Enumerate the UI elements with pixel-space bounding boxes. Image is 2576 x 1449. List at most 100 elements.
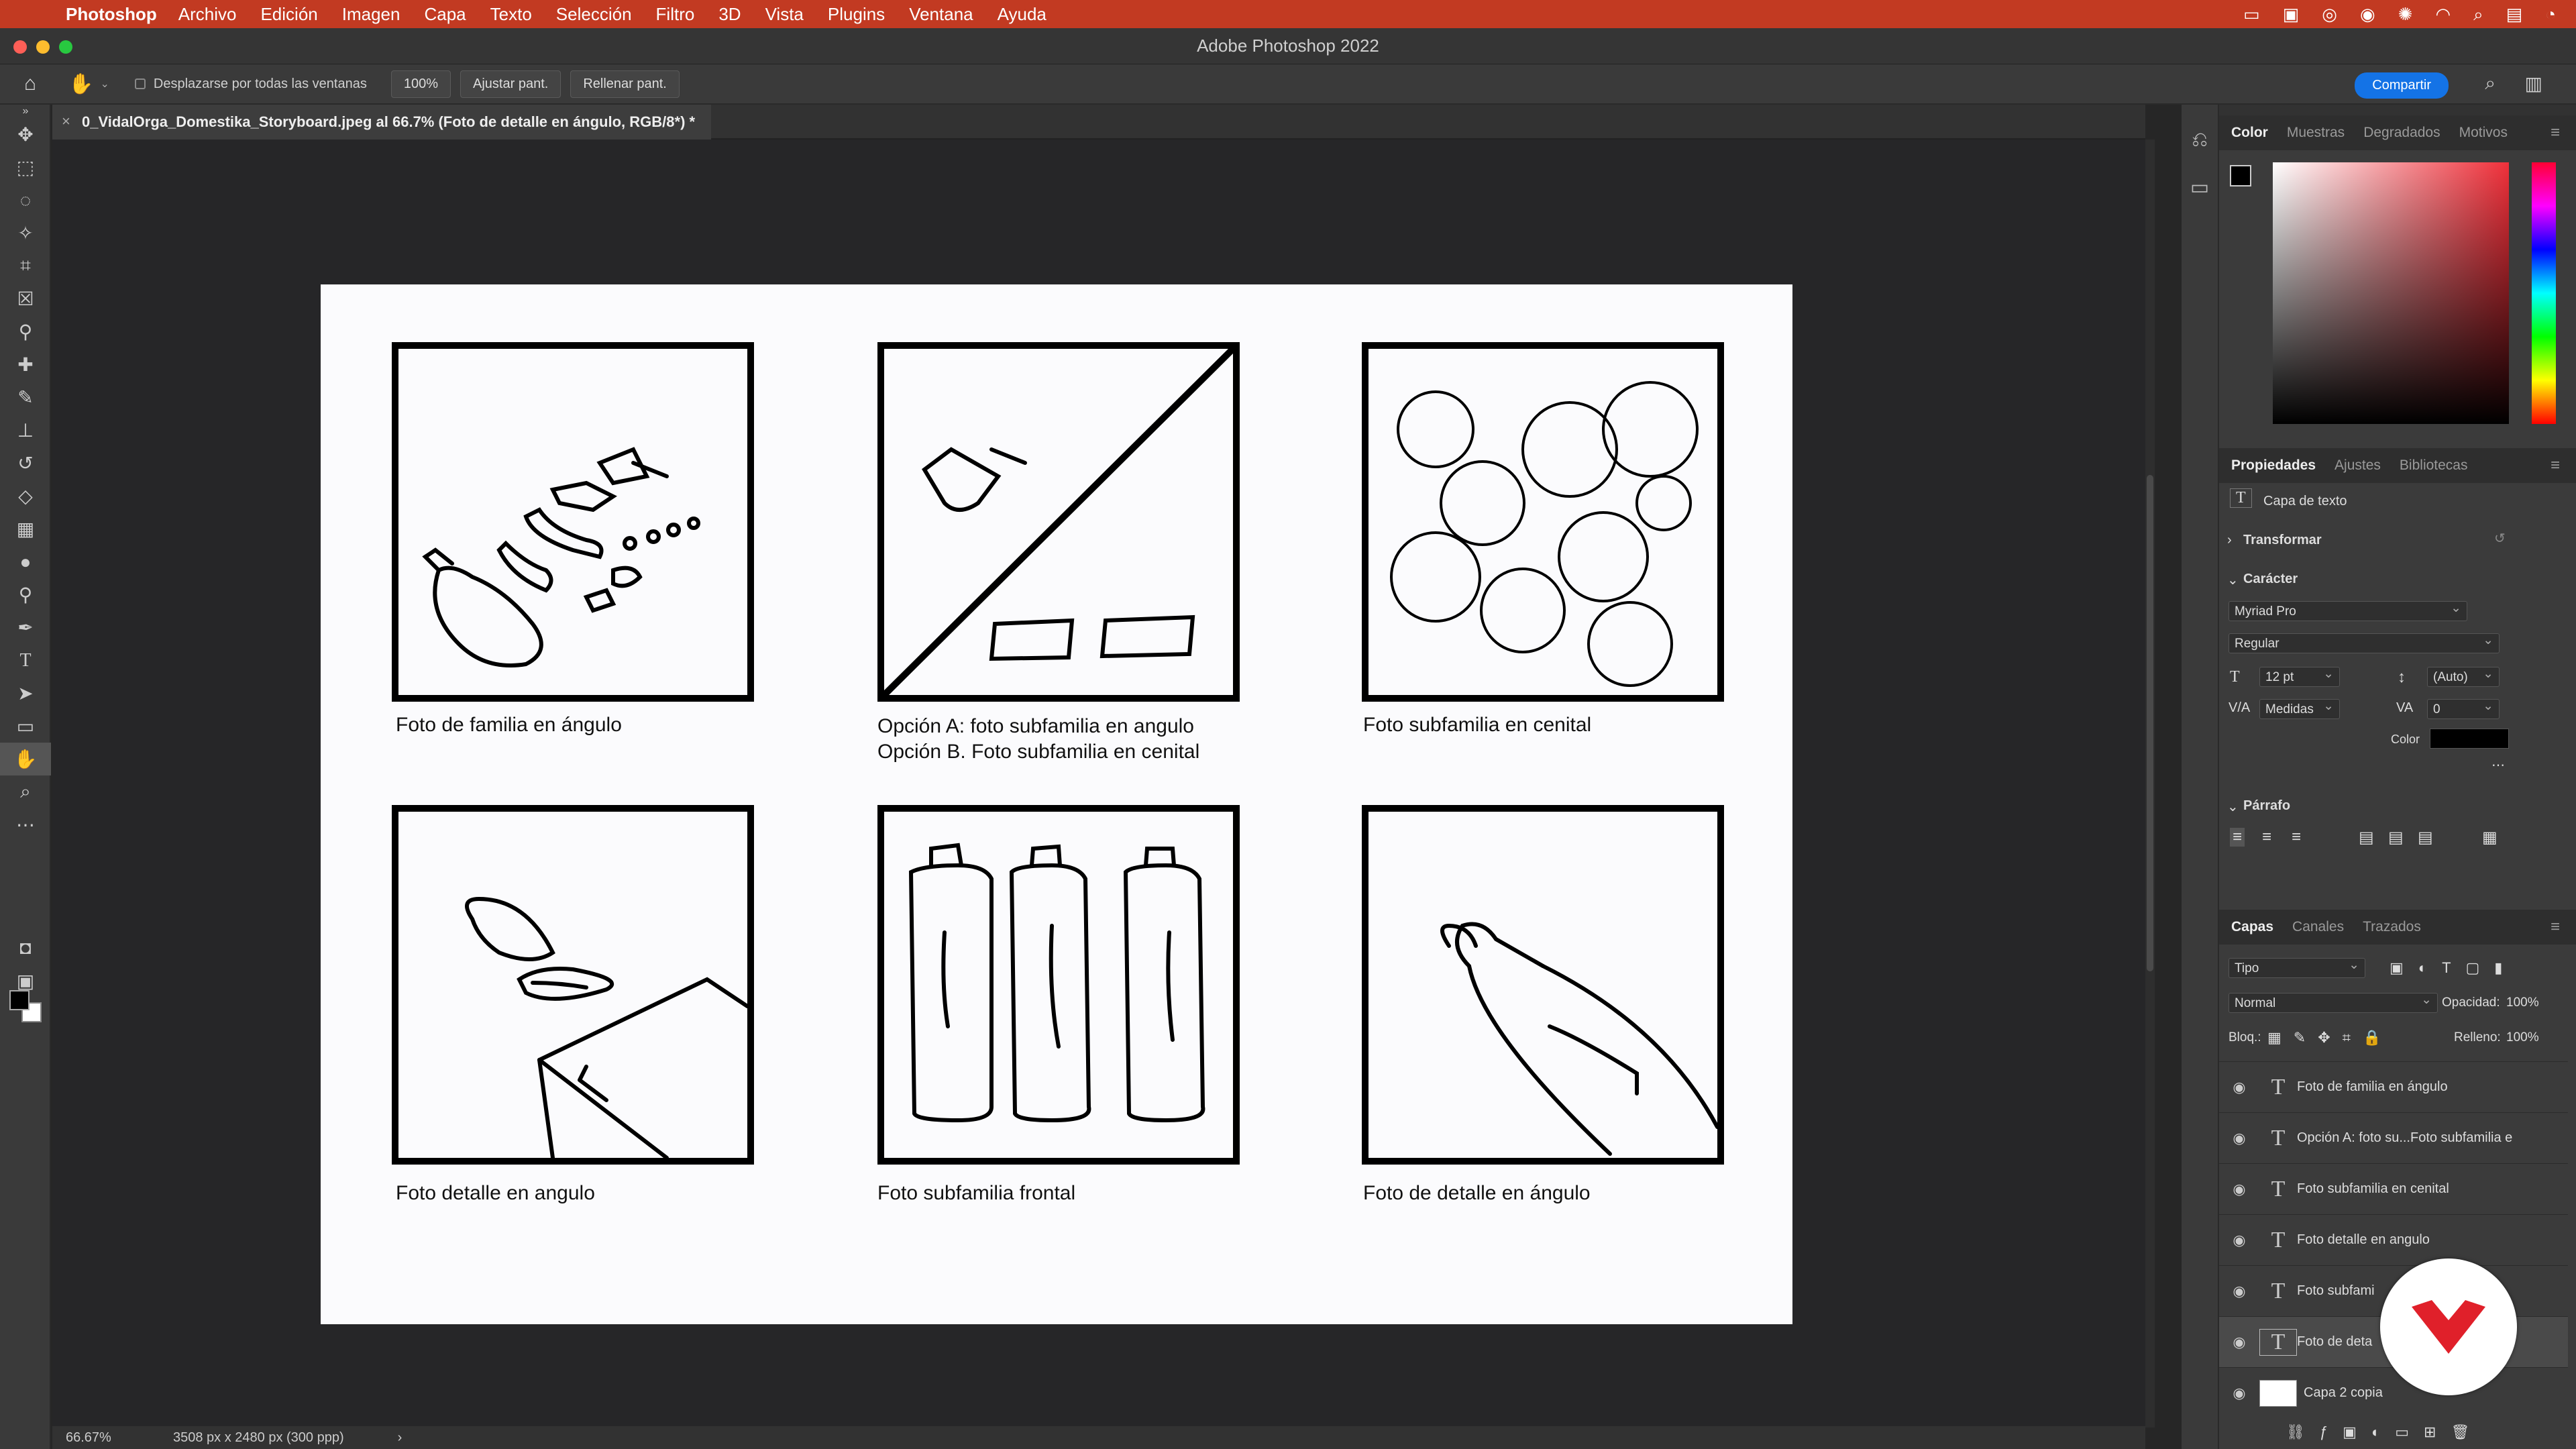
clock-icon[interactable]: ◔ (2545, 4, 2556, 25)
eraser-tool-icon[interactable]: ◇ (0, 480, 51, 513)
document-tab[interactable]: × 0_VidalOrga_Domestika_Storyboard.jpeg … (52, 105, 712, 140)
font-size-select[interactable]: 12 pt (2259, 666, 2340, 687)
dodge-tool-icon[interactable]: ⚲ (0, 578, 51, 611)
font-style-select[interactable]: Regular (2229, 633, 2500, 653)
chevron-right-icon[interactable]: › (2227, 533, 2232, 548)
menu-imagen[interactable]: Imagen (342, 4, 400, 25)
menu-3d[interactable]: 3D (718, 4, 741, 25)
chevron-down-icon[interactable]: ⌄ (2227, 798, 2239, 815)
vertical-scrollbar[interactable] (2145, 140, 2155, 1428)
align-center-icon[interactable]: ≡ (2262, 828, 2271, 847)
tab-color[interactable]: Color (2231, 125, 2268, 141)
wifi-icon[interactable]: ◠ (2435, 4, 2451, 25)
close-window-button[interactable] (13, 40, 27, 54)
scroll-thumb[interactable] (2147, 475, 2153, 971)
layer-row[interactable]: ◉ T Foto subfamilia en cenital (2219, 1163, 2568, 1214)
zoom-tool-icon[interactable]: ⌕ (0, 775, 51, 808)
more-tools-icon[interactable]: ⋯ (0, 808, 51, 841)
zoom-level[interactable]: 66.67% (66, 1430, 173, 1446)
close-tab-icon[interactable]: × (62, 113, 70, 130)
home-icon[interactable]: ⌂ (24, 72, 36, 95)
layer-filter-icons[interactable]: ▣◐T▢▮ (2390, 959, 2517, 977)
eyedropper-icon[interactable]: ⚲ (0, 315, 51, 348)
chevron-right-icon[interactable]: › (398, 1430, 402, 1446)
menu-vista[interactable]: Vista (765, 4, 804, 25)
history-icon[interactable]: ⎌ (2182, 129, 2218, 152)
text-color-swatch[interactable] (2430, 729, 2509, 749)
tab-capas[interactable]: Capas (2231, 919, 2273, 935)
justify-all-icon[interactable]: ▦ (2482, 828, 2498, 847)
share-button[interactable]: Compartir (2355, 72, 2449, 99)
layer-row[interactable]: ◉ T Foto detalle en angulo (2219, 1214, 2568, 1265)
gear-icon[interactable]: ✺ (2398, 4, 2413, 25)
section-transform[interactable]: Transformar (2243, 533, 2322, 548)
layer-action-icons[interactable]: ⛓ƒ▣◐▭⊞🗑 (2286, 1424, 2484, 1441)
tab-motivos[interactable]: Motivos (2459, 125, 2508, 141)
tab-muestras[interactable]: Muestras (2287, 125, 2345, 141)
more-options-icon[interactable]: ⋯ (2491, 757, 2505, 773)
creative-cloud-icon[interactable]: ◎ (2322, 4, 2337, 25)
menu-texto[interactable]: Texto (490, 4, 532, 25)
eye-icon[interactable]: ◉ (2219, 1181, 2259, 1198)
justify-center-icon[interactable]: ▤ (2388, 828, 2404, 847)
chevron-down-icon[interactable]: ⌄ (100, 77, 109, 91)
blend-mode-select[interactable]: Normal (2229, 992, 2438, 1013)
window-icon[interactable]: ▭ (2243, 4, 2260, 25)
expand-icon[interactable]: » (0, 105, 51, 118)
justify-right-icon[interactable]: ▤ (2418, 828, 2433, 847)
eye-icon[interactable]: ◉ (2219, 1334, 2259, 1351)
tab-canales[interactable]: Canales (2292, 919, 2344, 935)
align-right-icon[interactable]: ≡ (2292, 828, 2301, 847)
kerning-select[interactable]: Medidas (2259, 698, 2340, 719)
lock-icons[interactable]: ▦✎✥⌗🔒 (2267, 1029, 2393, 1046)
section-character[interactable]: Carácter (2243, 572, 2298, 587)
pen-tool-icon[interactable]: ✒ (0, 611, 51, 644)
comments-icon[interactable]: ▭ (2182, 176, 2218, 199)
sync-icon[interactable]: ◉ (2360, 4, 2375, 25)
tab-bibliotecas[interactable]: Bibliotecas (2400, 458, 2468, 474)
minimize-window-button[interactable] (36, 40, 50, 54)
tracking-select[interactable]: 0 (2427, 698, 2500, 719)
tab-ajustes[interactable]: Ajustes (2334, 458, 2381, 474)
control-center-icon[interactable]: ▤ (2506, 4, 2523, 25)
chevron-down-icon[interactable]: ⌄ (2227, 572, 2239, 588)
magic-wand-icon[interactable]: ✧ (0, 217, 51, 250)
type-tool-icon[interactable]: T (0, 644, 51, 677)
stamp-tool-icon[interactable]: ⊥ (0, 414, 51, 447)
quick-mask-icon[interactable]: ◘ (0, 931, 51, 964)
eye-icon[interactable]: ◉ (2219, 1385, 2259, 1402)
panel-menu-icon[interactable]: ≡ (2551, 123, 2560, 142)
path-select-icon[interactable]: ➤ (0, 677, 51, 710)
workspace-icon[interactable]: ▥ (2525, 72, 2542, 95)
font-family-select[interactable]: Myriad Pro (2229, 600, 2467, 621)
tab-degradados[interactable]: Degradados (2363, 125, 2440, 141)
fill-screen-button[interactable]: Rellenar pant. (570, 70, 680, 98)
eye-icon[interactable]: ◉ (2219, 1130, 2259, 1147)
layer-row[interactable]: ◉ T Foto de familia en ángulo (2219, 1061, 2568, 1112)
menu-seleccion[interactable]: Selección (556, 4, 632, 25)
hand-tool-icon[interactable]: ✋ (68, 72, 93, 96)
fill-value[interactable]: 100% (2506, 1030, 2539, 1045)
search-icon[interactable]: ⌕ (2485, 72, 2496, 95)
hand-tool-icon[interactable]: ✋ (0, 743, 51, 775)
fit-screen-button[interactable]: Ajustar pant. (460, 70, 561, 98)
crop-tool-icon[interactable]: ⌗ (0, 250, 51, 282)
layer-row[interactable]: ◉ Capa 2 copia (2219, 1367, 2568, 1418)
menu-plugins[interactable]: Plugins (828, 4, 885, 25)
move-tool-icon[interactable]: ✥ (0, 118, 51, 151)
panel-menu-icon[interactable]: ≡ (2551, 918, 2560, 936)
app-menu[interactable]: Photoshop (66, 4, 157, 25)
marquee-tool-icon[interactable]: ⬚ (0, 151, 51, 184)
layer-row[interactable]: ◉ T Opción A: foto su...Foto subfamilia e (2219, 1112, 2568, 1163)
rectangle-tool-icon[interactable]: ▭ (0, 710, 51, 743)
reset-icon[interactable]: ↺ (2494, 530, 2506, 547)
gradient-tool-icon[interactable]: ▦ (0, 513, 51, 545)
leading-select[interactable]: (Auto) (2427, 666, 2500, 687)
opacity-value[interactable]: 100% (2506, 996, 2539, 1010)
menu-filtro[interactable]: Filtro (656, 4, 695, 25)
screen-mode-icon[interactable]: ▣ (0, 965, 51, 998)
menu-ventana[interactable]: Ventana (909, 4, 973, 25)
foreground-color-swatch[interactable] (2230, 165, 2251, 186)
section-paragraph[interactable]: Párrafo (2243, 798, 2290, 814)
blur-tool-icon[interactable]: ● (0, 545, 51, 578)
